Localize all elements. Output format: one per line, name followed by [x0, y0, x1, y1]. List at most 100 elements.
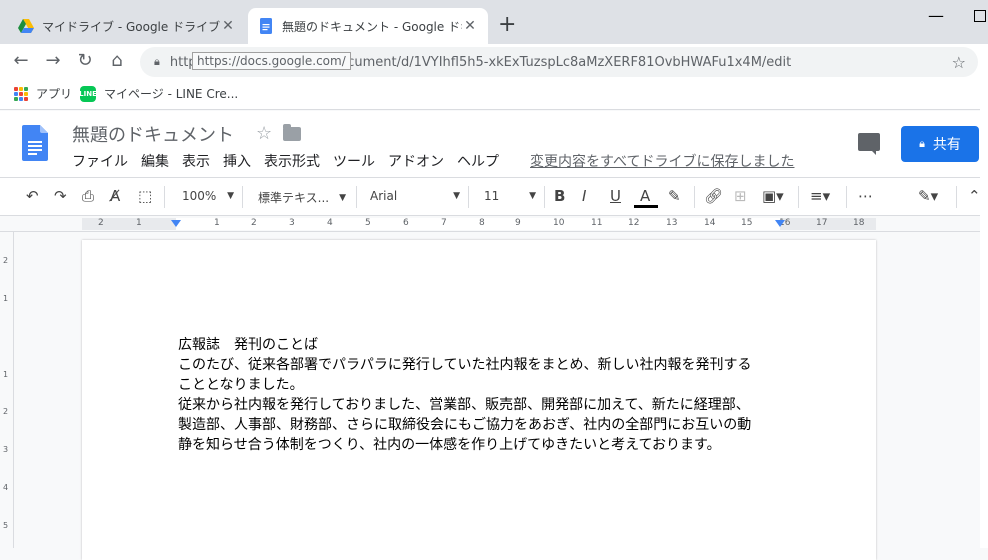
ruler-number: 1 [3, 294, 9, 303]
forward-arrow-icon[interactable]: → [42, 50, 64, 71]
link-icon[interactable]: 🔗︎ [704, 187, 723, 205]
caret-down-icon: ▼ [453, 191, 460, 201]
ruler-number: 9 [515, 218, 521, 228]
home-icon[interactable]: ⌂ [106, 50, 128, 71]
tab-drive[interactable]: マイドライブ - Google ドライブ ✕ [8, 8, 246, 44]
ruler-number: 2 [98, 218, 104, 228]
menu-format[interactable]: 表示形式 [264, 151, 320, 171]
tab-title: 無題のドキュメント - Google ドキュメ [282, 19, 462, 34]
add-comment-icon[interactable]: ⊞ [734, 187, 747, 205]
formatting-toolbar: ↶ ↷ ⎙ A̸ ⬚ 100% ▼ 標準テキス... ▼ Arial ▼ 11 ▼ B … [0, 177, 988, 216]
bookmark-star-icon[interactable]: ☆ [952, 53, 966, 72]
right-indent-marker[interactable] [775, 220, 785, 227]
ruler-number: 11 [591, 218, 603, 228]
apps-grid-icon [14, 86, 28, 101]
ruler-number: 6 [403, 218, 409, 228]
style-value: 標準テキス... [258, 191, 330, 205]
menu-tools[interactable]: ツール [333, 151, 375, 171]
paragraph-style-select[interactable]: 標準テキス... ▼ [258, 189, 346, 206]
insert-image-icon[interactable]: ▣▾ [762, 187, 784, 205]
browser-tab-strip: マイドライブ - Google ドライブ ✕ 無題のドキュメント - Googl… [0, 0, 988, 44]
document-line: 従来から社内報を発行しておりました、営業部、販売部、開発部に加えて、新たに経理部… [178, 397, 750, 413]
bookmark-label: マイページ - LINE Cre... [104, 87, 239, 101]
bookmark-apps[interactable]: アプリ [14, 85, 72, 102]
docs-header: 無題のドキュメント ☆ ファイル 編集 表示 挿入 表示形式 ツール アドオン … [0, 111, 988, 177]
ruler-number: 14 [704, 218, 716, 228]
spellcheck-icon[interactable]: A̸ [110, 187, 120, 205]
ruler-number: 1 [214, 218, 220, 228]
highlight-icon[interactable]: ✎ [668, 187, 681, 205]
more-icon[interactable]: ⋯ [858, 187, 873, 205]
comment-history-icon[interactable] [858, 133, 880, 155]
font-value: Arial [370, 189, 398, 203]
vertical-ruler: 2 1 1 2 3 4 5 [0, 232, 14, 548]
star-icon[interactable]: ☆ [256, 123, 272, 144]
caret-down-icon: ▼ [227, 191, 234, 201]
document-line: このたび、従来各部署でパラパラに発行していた社内報をまとめ、新しい社内報を発刊す… [178, 357, 752, 373]
ruler-number: 2 [3, 256, 9, 265]
ruler-number: 1 [136, 218, 142, 228]
folder-icon[interactable] [283, 124, 301, 141]
undo-icon[interactable]: ↶ [26, 187, 39, 205]
zoom-select[interactable]: 100% ▼ [182, 189, 234, 203]
menu-help[interactable]: ヘルプ [457, 151, 499, 171]
browser-toolbar: ← → ↻ ⌂ 🔒︎ https://docs.google.com/docum… [0, 44, 988, 78]
redo-icon[interactable]: ↷ [54, 187, 67, 205]
underline-icon[interactable]: U [610, 187, 621, 205]
menu-view[interactable]: 表示 [182, 151, 210, 171]
editing-mode-icon[interactable]: ✎▾ [918, 187, 938, 205]
collapse-menu-icon[interactable]: ⌃ [968, 187, 981, 205]
document-title[interactable]: 無題のドキュメント [72, 121, 234, 147]
ruler-number: 1 [3, 370, 9, 379]
ruler-number: 4 [3, 483, 9, 492]
ruler-number: 7 [441, 218, 447, 228]
reload-icon[interactable]: ↻ [74, 50, 96, 71]
line-icon: LINE [79, 85, 97, 102]
bold-icon[interactable]: B [554, 187, 565, 205]
ruler-left-margin [82, 218, 176, 230]
document-page[interactable]: 広報誌 発刊のことば このたび、従来各部署でパラパラに発行していた社内報をまとめ… [82, 240, 876, 560]
share-button[interactable]: 🔒︎ 共有 [901, 126, 979, 162]
ruler-number: 13 [666, 218, 678, 228]
google-docs-logo-icon[interactable] [22, 125, 48, 161]
print-icon[interactable]: ⎙ [82, 187, 94, 205]
close-tab-icon[interactable]: ✕ [220, 18, 236, 34]
ruler-number: 2 [3, 407, 9, 416]
menu-edit[interactable]: 編集 [141, 151, 169, 171]
document-line: 製造部、人事部、財務部、さらに取締役会にもご協力をあおぎ、社内の全部門にお互いの… [178, 417, 752, 433]
horizontal-ruler: 2 1 1 2 3 4 5 6 7 8 9 10 11 12 13 14 15 … [0, 216, 988, 232]
google-docs-icon [260, 18, 272, 34]
align-left-icon[interactable]: ≡▾ [810, 187, 830, 205]
italic-icon[interactable]: I [582, 187, 586, 205]
maximize-window-icon[interactable] [974, 10, 986, 22]
font-size-select[interactable]: 11 ▼ [484, 189, 536, 203]
text-color-icon[interactable]: A [640, 187, 650, 205]
share-label: 共有 [932, 137, 961, 153]
bookmark-label: アプリ [36, 87, 73, 101]
menu-insert[interactable]: 挿入 [223, 151, 251, 171]
document-line: 静を知らせ合う体制をつくり、社内の一体感を作り上げてゆきたいと考えております。 [178, 437, 721, 453]
ruler-number: 17 [816, 218, 828, 228]
minimize-window-icon[interactable]: — [928, 6, 944, 25]
new-tab-icon[interactable]: + [498, 12, 516, 37]
ruler-number: 8 [479, 218, 485, 228]
menu-file[interactable]: ファイル [72, 151, 128, 171]
document-line: 広報誌 発刊のことば [178, 337, 318, 353]
text-color-swatch [634, 205, 658, 208]
bookmarks-bar: アプリ LINE マイページ - LINE Cre... [0, 78, 988, 110]
bookmark-line[interactable]: LINE マイページ - LINE Cre... [79, 85, 239, 102]
tab-docs[interactable]: 無題のドキュメント - Google ドキュメ ✕ [248, 8, 488, 44]
font-family-select[interactable]: Arial ▼ [370, 189, 460, 203]
ruler-number: 4 [327, 218, 333, 228]
menu-addons[interactable]: アドオン [388, 151, 444, 171]
ruler-number: 2 [251, 218, 257, 228]
lock-icon: 🔒︎ [919, 137, 925, 150]
close-tab-icon[interactable]: ✕ [462, 18, 478, 34]
document-body[interactable]: 広報誌 発刊のことば このたび、従来各部署でパラパラに発行していた社内報をまとめ… [178, 335, 788, 455]
save-status-link[interactable]: 変更内容をすべてドライブに保存しました [530, 151, 794, 171]
left-indent-marker[interactable] [171, 220, 181, 227]
ruler-number: 5 [365, 218, 371, 228]
paint-format-icon[interactable]: ⬚ [138, 187, 152, 205]
back-arrow-icon[interactable]: ← [10, 50, 32, 71]
ruler-number: 5 [3, 521, 9, 530]
